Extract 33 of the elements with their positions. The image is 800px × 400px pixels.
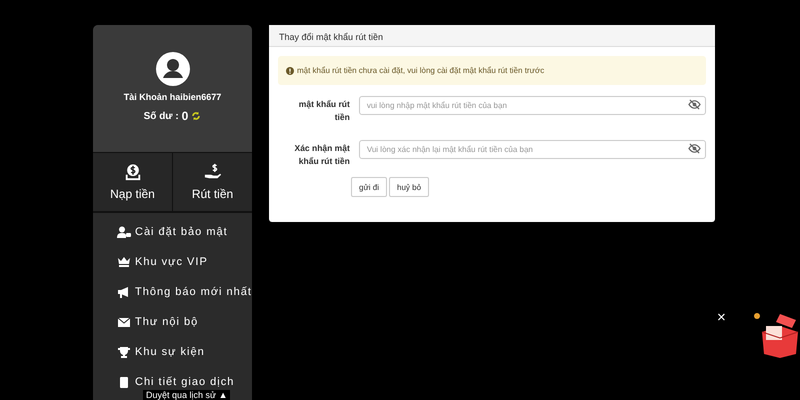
user-avatar-icon <box>156 52 190 86</box>
menu-item[interactable]: Thư nội bộ <box>135 316 198 328</box>
menu-item[interactable]: Khu sự kiện <box>135 346 205 358</box>
megaphone-icon <box>117 286 131 298</box>
menu-item[interactable]: Cài đặt bảo mật <box>135 226 228 238</box>
eye-slash-icon[interactable] <box>688 99 701 110</box>
menu-item[interactable]: Khu vực VIP <box>135 256 208 268</box>
hand-coin-icon <box>204 163 222 181</box>
deposit-button[interactable]: Nạp tiền <box>93 153 173 211</box>
field-label: Xác nhận mật khẩu rút tiền <box>294 142 350 168</box>
envelope-icon <box>117 316 131 328</box>
gift-box-drawing[interactable] <box>754 312 800 358</box>
password-field[interactable]: Vui lòng xác nhận lại mật khẩu rút tiền của bạn <box>358 140 706 159</box>
trophy-icon <box>117 346 131 358</box>
exclamation-icon <box>286 66 294 74</box>
user-lock-icon <box>117 226 131 238</box>
submit-button[interactable]: gửi đi <box>351 177 388 197</box>
refresh-icon[interactable] <box>191 111 202 121</box>
account-name: Tài Khoản haibien6677 <box>124 92 222 102</box>
password-field[interactable]: vui lòng nhập mật khẩu rút tiền của bạn <box>358 96 706 115</box>
cancel-button[interactable]: huỷ bỏ <box>389 177 430 197</box>
withdraw-button[interactable]: Rút tiền <box>173 153 252 211</box>
balance-value: 0 <box>182 109 188 123</box>
menu-item[interactable]: Thông báo mới nhất <box>135 286 252 298</box>
crown-icon <box>117 256 131 268</box>
eye-slash-icon[interactable] <box>688 143 701 154</box>
alert-text: mật khẩu rút tiền chưa cài đặt, vui lòng cài đặt mật khẩu rút tiền trước <box>297 66 544 75</box>
tooltip: Duyệt qua lịch sử ▲ <box>143 390 230 400</box>
close-button[interactable]: × <box>717 310 726 325</box>
menu-item[interactable]: Chi tiết giao dịch <box>135 376 234 388</box>
card-title: Thay đổi mật khẩu rút tiền <box>269 25 715 47</box>
balance-label: Số dư : <box>144 110 179 122</box>
field-label: mật khẩu rút tiền <box>298 98 350 124</box>
